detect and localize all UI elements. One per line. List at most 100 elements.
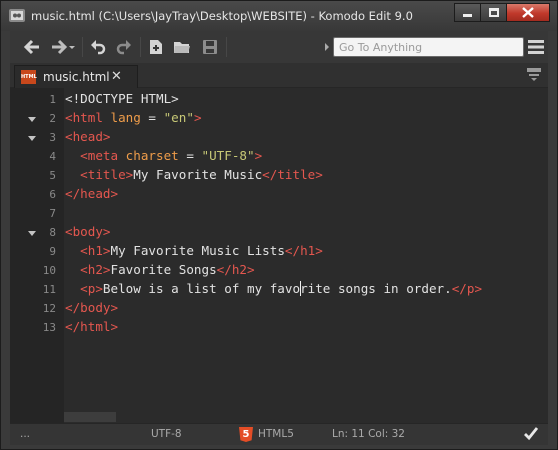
tag-token: <p> <box>80 281 103 296</box>
cursor-position: Ln: 11 Col: 32 <box>332 428 405 440</box>
line-number: 4 <box>49 150 56 163</box>
app-logo-icon <box>9 9 25 22</box>
operator-token: = <box>178 148 202 163</box>
line-number: 6 <box>49 188 56 201</box>
line-number: 9 <box>49 245 56 258</box>
tab-label: music.html <box>43 70 110 84</box>
search-expand-icon[interactable] <box>325 43 329 51</box>
code-line: 6 </head> <box>10 185 548 204</box>
minimize-icon <box>463 14 472 17</box>
status-menu-button[interactable]: ... <box>20 428 30 440</box>
line-code: <!DOCTYPE HTML> <box>65 91 179 106</box>
tag-token: <html <box>65 110 103 125</box>
checkmark-icon <box>524 427 539 441</box>
main-menu-button[interactable] <box>526 36 546 58</box>
string-token: "UTF-8" <box>201 148 255 163</box>
code-line: 1 <!DOCTYPE HTML> <box>10 90 548 109</box>
line-number: 10 <box>42 264 56 277</box>
tag-token: </p> <box>451 281 483 296</box>
tab-close-icon[interactable]: ✕ <box>111 69 122 84</box>
doctype-token: <!DOCTYPE HTML> <box>65 91 179 106</box>
line-code: <body> <box>65 224 111 239</box>
line-code: <h1>My Favorite Music Lists</h1> <box>65 243 323 258</box>
tag-token: </html> <box>65 319 119 334</box>
undo-icon <box>91 40 106 55</box>
line-number: 5 <box>49 169 56 182</box>
new-file-icon <box>150 40 162 54</box>
tab-list-button[interactable] <box>527 67 541 84</box>
save-icon <box>203 40 217 54</box>
code-line: 8 <body> <box>10 223 548 242</box>
tag-token: <head> <box>65 129 111 144</box>
code-line: 4 <meta charset = "UTF-8"> <box>10 147 548 166</box>
tag-token: <h1> <box>80 243 111 258</box>
code-line: 11 <p>Below is a list of my favorite son… <box>10 280 548 299</box>
code-line: 12 </body> <box>10 299 548 318</box>
maximize-button[interactable] <box>480 3 507 22</box>
code-line: 10 <h2>Favorite Songs</h2> <box>10 261 548 280</box>
back-arrow-icon <box>23 39 39 55</box>
line-number: 8 <box>49 226 56 239</box>
fold-arrow-icon[interactable] <box>28 136 36 141</box>
tag-token: <body> <box>65 224 111 239</box>
line-number: 7 <box>49 207 56 220</box>
tab-bar: HTML music.html ✕ <box>10 63 548 88</box>
tag-token: <h2> <box>80 262 111 277</box>
tag-token: </h1> <box>284 243 323 258</box>
line-code: <head> <box>65 129 111 144</box>
toolbar-separator <box>140 37 141 57</box>
line-number: 11 <box>42 283 56 296</box>
code-line: 13 </html> <box>10 318 548 337</box>
code-line: 3 <head> <box>10 128 548 147</box>
go-to-anything-input[interactable] <box>333 37 524 57</box>
fold-arrow-icon[interactable] <box>28 231 36 236</box>
toolbar <box>10 31 548 63</box>
fold-arrow-icon[interactable] <box>28 117 36 122</box>
minimize-button[interactable] <box>454 3 481 22</box>
code-line: 5 <title>My Favorite Music</title> <box>10 166 548 185</box>
line-code: <meta charset = "UTF-8"> <box>65 148 262 163</box>
close-icon <box>522 7 534 18</box>
syntax-check-button[interactable] <box>523 425 539 444</box>
redo-icon <box>116 40 131 55</box>
text-token: rite songs in order. <box>300 281 452 296</box>
code-line: 7 <box>10 204 548 223</box>
line-code: <html lang = "en"> <box>65 110 202 125</box>
code-line: 9 <h1>My Favorite Music Lists</h1> <box>10 242 548 261</box>
code-line: 2 <html lang = "en"> <box>10 109 548 128</box>
folder-icon <box>174 42 190 53</box>
close-window-button[interactable] <box>506 3 550 22</box>
new-file-button[interactable] <box>146 36 166 58</box>
tag-token: <title> <box>80 167 134 182</box>
encoding-selector[interactable]: UTF-8 <box>151 428 182 440</box>
tab-music-html[interactable]: HTML music.html ✕ <box>14 65 138 88</box>
language-selector[interactable]: HTML5 <box>258 428 294 440</box>
save-button[interactable] <box>200 36 220 58</box>
text-token: My Favorite Music Lists <box>110 243 285 258</box>
window-controls <box>454 3 550 22</box>
line-number: 3 <box>49 131 56 144</box>
string-token: "en" <box>163 110 194 125</box>
horizontal-scrollbar[interactable] <box>64 412 116 422</box>
tag-token: </head> <box>65 186 119 201</box>
undo-button[interactable] <box>88 36 108 58</box>
back-button[interactable] <box>22 36 42 58</box>
operator-token: = <box>140 110 164 125</box>
line-code: </head> <box>65 186 118 201</box>
tag-token: </h2> <box>216 262 255 277</box>
line-code: </html> <box>65 319 118 334</box>
text-token: Below is a list of my favo <box>102 281 301 296</box>
code-editor[interactable]: 1 <!DOCTYPE HTML> 2 <html lang = "en"> 3… <box>10 88 548 423</box>
line-number: 2 <box>49 112 56 125</box>
open-folder-button[interactable] <box>172 36 192 58</box>
forward-arrow-icon <box>52 39 75 55</box>
redo-button[interactable] <box>114 36 134 58</box>
forward-button[interactable] <box>50 36 76 58</box>
attribute-token: charset <box>118 148 179 163</box>
tag-token: > <box>254 148 263 163</box>
line-code: <title>My Favorite Music</title> <box>65 167 323 182</box>
attribute-token: lang <box>102 110 141 125</box>
title-bar: music.html (C:\Users\JayTray\Desktop\WEB… <box>1 1 557 31</box>
line-code: </body> <box>65 300 118 315</box>
line-number: 12 <box>42 302 56 315</box>
